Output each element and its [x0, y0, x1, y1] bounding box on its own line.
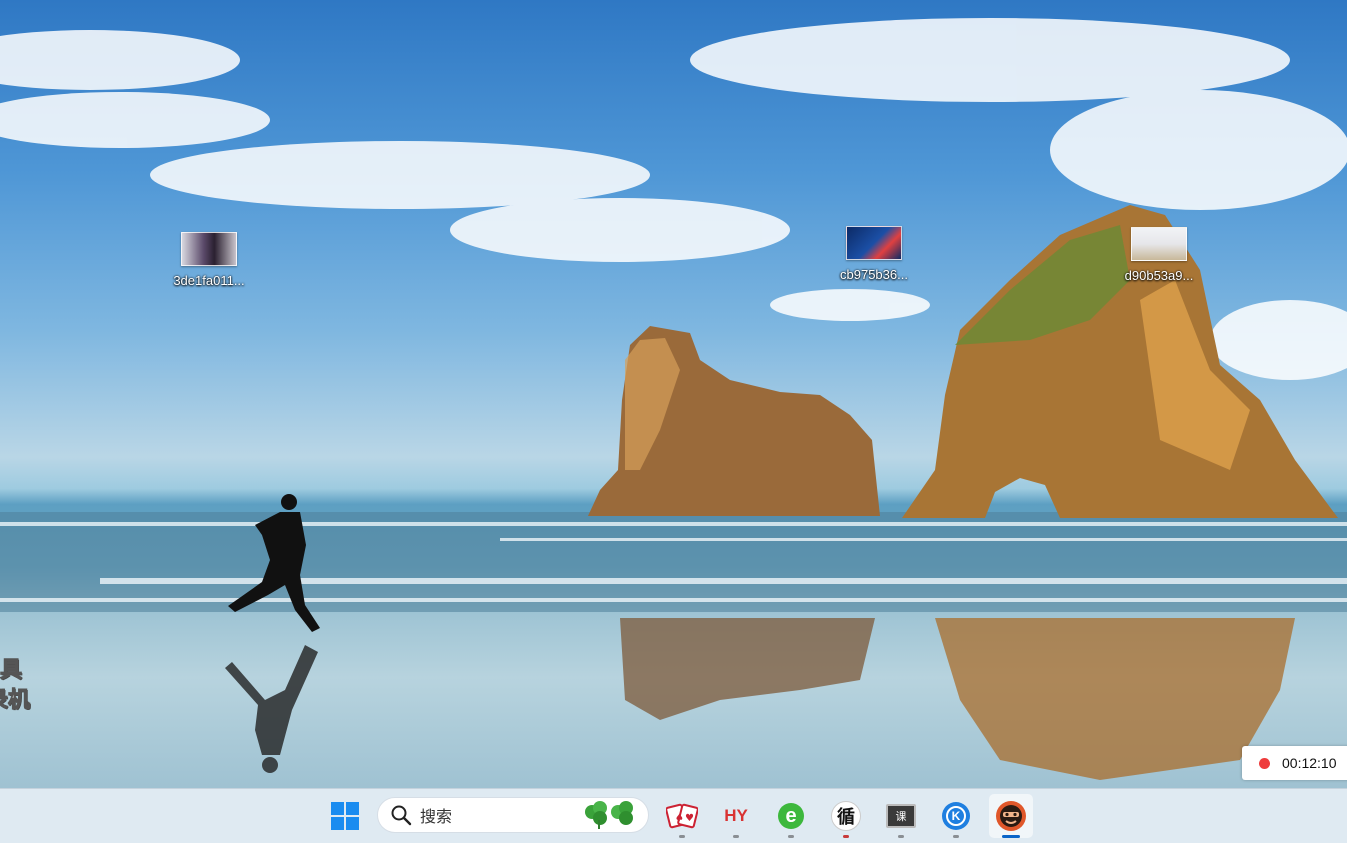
desktop-icon-label: 3de1fa011... [173, 273, 245, 288]
svg-text:♥: ♥ [685, 813, 694, 824]
desktop-icon-2[interactable]: cb975b36... [824, 226, 924, 282]
k-app-icon: K [942, 802, 970, 830]
solitaire-cards-icon: ♠ ♥ [666, 803, 698, 829]
taskbar-app-solitaire[interactable]: ♠ ♥ [660, 794, 704, 838]
course-app-icon: 课 [886, 804, 916, 828]
side-watermark-text: 具 录机 [0, 656, 31, 716]
start-button[interactable] [323, 794, 367, 838]
recorder-app-icon [996, 801, 1026, 831]
side-text-line1: 具 [0, 658, 23, 684]
desktop: 3de1fa011... cb975b36... d90b53a9... 具 录… [0, 0, 1347, 788]
running-indicator [788, 835, 794, 838]
svg-text:♠: ♠ [675, 813, 684, 824]
taskbar-app-browser[interactable]: e [769, 794, 813, 838]
k-glyph: K [951, 809, 961, 823]
taskbar-app-recorder[interactable] [989, 794, 1033, 838]
hy-app-icon: HY [724, 806, 748, 825]
desktop-icon-1[interactable]: 3de1fa011... [159, 232, 259, 288]
browser-glyph: e [785, 805, 797, 827]
taskbar: 搜索 ♠ ♥ HY e 循 课 K [0, 788, 1347, 843]
taskbar-app-course[interactable]: 课 [879, 794, 923, 838]
taskbar-app-hy[interactable]: HY [714, 794, 758, 838]
search-placeholder: 搜索 [420, 807, 453, 826]
desktop-icon-3[interactable]: d90b53a9... [1109, 227, 1209, 283]
recording-indicator[interactable]: 00:12:10 [1242, 746, 1347, 780]
search-icon [391, 805, 412, 826]
calligraphy-glyph: 循 [837, 807, 855, 828]
clover-decoration-icon [585, 801, 633, 829]
running-indicator [953, 835, 959, 838]
running-indicator [898, 835, 904, 838]
image-file-icon [846, 226, 902, 260]
desktop-icon-label: d90b53a9... [1124, 268, 1194, 283]
active-indicator [1002, 835, 1020, 838]
side-text-line2: 录机 [0, 688, 31, 714]
sea [0, 512, 1347, 612]
running-indicator [733, 835, 739, 838]
windows-start-icon [331, 802, 359, 830]
wallpaper [0, 18, 1347, 780]
image-file-icon [181, 232, 237, 266]
image-file-icon [1131, 227, 1187, 261]
taskbar-search[interactable]: 搜索 [377, 797, 649, 833]
ie-browser-icon: e [778, 803, 804, 829]
course-glyph: 课 [895, 810, 907, 823]
taskbar-app-calligraphy[interactable]: 循 [824, 794, 868, 838]
calligraphy-app-icon: 循 [831, 801, 861, 831]
record-dot-icon [1259, 757, 1270, 769]
desktop-icon-label: cb975b36... [840, 267, 908, 282]
running-indicator [843, 835, 849, 838]
taskbar-app-k[interactable]: K [934, 794, 978, 838]
running-indicator [679, 835, 685, 838]
recording-timer: 00:12:10 [1282, 755, 1337, 771]
